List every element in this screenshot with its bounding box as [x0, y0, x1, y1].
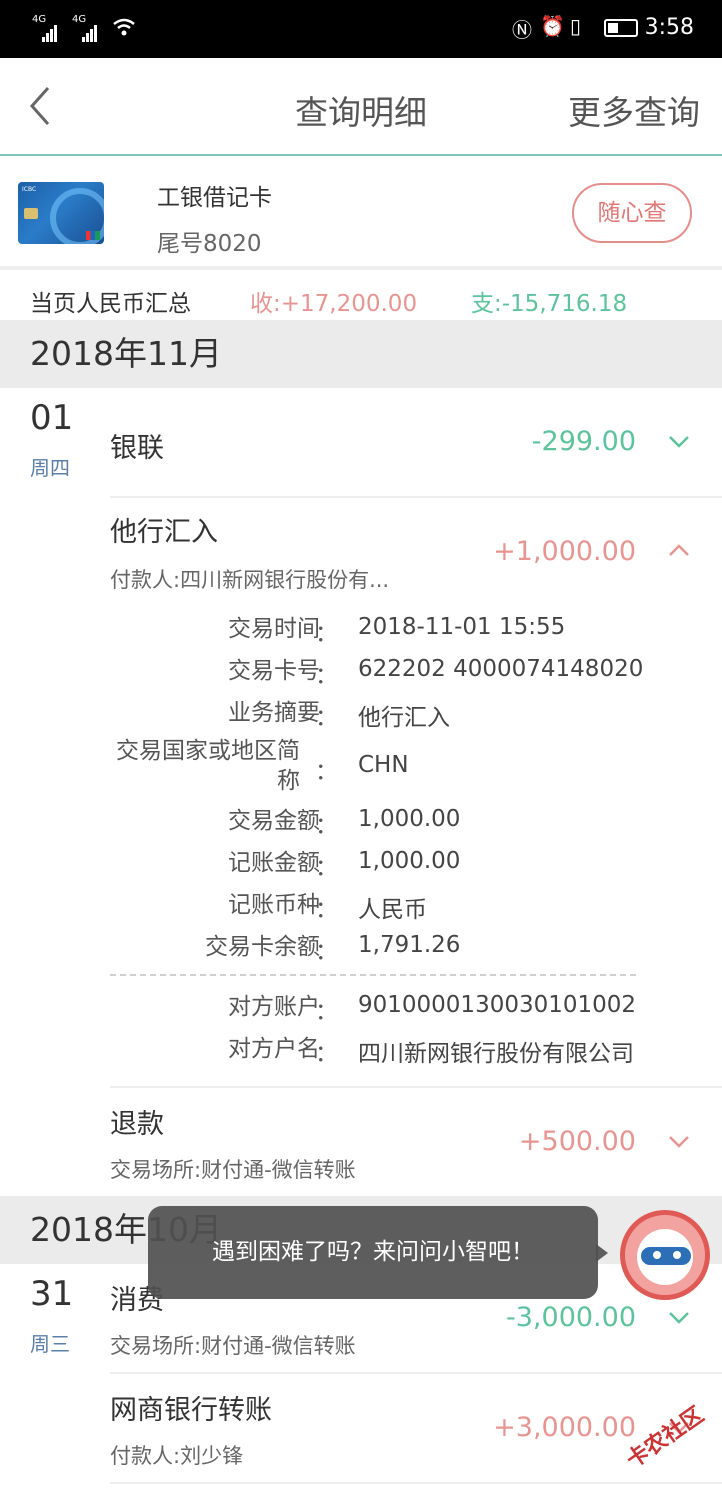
detail-divider	[110, 974, 636, 976]
detail-colon: ：	[315, 663, 338, 689]
month-header: 2018年11月	[0, 320, 722, 388]
detail-value: 1,791.26	[358, 932, 461, 958]
detail-key: 记账金额	[228, 850, 320, 876]
detail-key: 交易卡号	[228, 658, 320, 684]
detail-value: 1,000.00	[358, 806, 461, 832]
detail-colon: ：	[315, 897, 338, 923]
transaction-row[interactable]: 网商银行转账 付款人:刘少锋 +3,000.00	[110, 1374, 722, 1484]
battery-icon	[604, 19, 638, 37]
vibrate-icon: ▯	[570, 14, 582, 38]
detail-key: 交易卡余额	[205, 934, 320, 960]
transaction-payer: 付款人:刘少锋	[110, 1444, 244, 1468]
detail-colon: ：	[315, 855, 338, 881]
card-tail-number: 尾号8020	[157, 231, 262, 257]
detail-colon: ：	[315, 1041, 338, 1067]
detail-value: 2018-11-01 15:55	[358, 614, 566, 640]
detail-colon: ：	[315, 705, 338, 731]
chevron-down-icon[interactable]	[668, 1130, 690, 1152]
signal-icon	[42, 18, 58, 42]
assistant-avatar-icon[interactable]	[620, 1210, 710, 1300]
transaction-name: 他行汇入	[110, 517, 218, 548]
transaction-place: 交易场所:财付通-微信转账	[110, 1158, 356, 1182]
detail-value: CHN	[358, 752, 409, 778]
more-query-button[interactable]: 更多查询	[568, 86, 700, 134]
detail-key: 业务摘要	[228, 700, 320, 726]
quick-query-button[interactable]: 随心查	[572, 183, 692, 243]
clock: 3:58	[644, 15, 694, 40]
wifi-icon	[113, 18, 135, 36]
page-summary: 当页人民币汇总 收:+17,200.00 支:-15,716.18	[0, 274, 722, 320]
transaction-row[interactable]: 退款 交易场所:财付通-微信转账 +500.00	[110, 1088, 722, 1196]
chevron-up-icon[interactable]	[668, 540, 690, 562]
detail-value: 四川新网银行股份有限公司	[358, 1041, 634, 1067]
detail-value: 622202 4000074148020	[358, 656, 644, 682]
day-number: 01	[30, 398, 74, 438]
nfc-icon: Ⓝ	[512, 18, 532, 42]
detail-key: 对方账户	[228, 994, 320, 1020]
chevron-down-icon[interactable]	[668, 1306, 690, 1328]
alarm-icon: ⏰	[540, 14, 565, 38]
detail-key: 对方户名	[228, 1036, 320, 1062]
assistant-tip-bubble[interactable]: 遇到困难了吗？来问问小智吧！	[148, 1206, 608, 1299]
detail-colon: ：	[315, 813, 338, 839]
transaction-row[interactable]: 银联 -299.00	[110, 388, 722, 498]
transaction-name: 退款	[110, 1109, 164, 1140]
detail-colon: ：	[315, 621, 338, 647]
card-name: 工银借记卡	[157, 185, 272, 211]
transaction-name: 银联	[110, 433, 164, 464]
detail-value: 他行汇入	[358, 705, 450, 731]
card-header: ICBC 工银借记卡 尾号8020 随心查	[0, 158, 722, 270]
summary-income: 收:+17,200.00	[250, 291, 418, 317]
transaction-row-expanded[interactable]: 他行汇入 付款人:四川新网银行股份有... +1,000.00 交易时间 ： 2…	[110, 498, 722, 1088]
transaction-place: 交易场所:财付通-微信转账	[110, 1334, 356, 1358]
detail-key: 交易国家或地区简称	[116, 738, 300, 794]
detail-colon: ：	[315, 759, 338, 785]
transaction-amount: -299.00	[531, 426, 636, 457]
detail-value: 9010000130030101002	[358, 992, 637, 1018]
detail-colon: ：	[315, 939, 338, 965]
summary-label: 当页人民币汇总	[30, 291, 191, 317]
nav-bar: 查询明细 更多查询	[0, 58, 722, 156]
transaction-amount: +500.00	[518, 1126, 636, 1157]
chevron-down-icon[interactable]	[668, 430, 690, 452]
day-weekday: 周三	[30, 1332, 70, 1356]
signal-icon-2	[82, 18, 98, 42]
detail-key: 记账币种	[228, 892, 320, 918]
status-bar: 4G 4G Ⓝ ⏰ ▯ 3:58	[0, 0, 722, 58]
day-number: 31	[30, 1274, 74, 1314]
detail-key: 交易时间	[228, 616, 320, 642]
summary-expense: 支:-15,716.18	[471, 291, 628, 317]
detail-value: 人民币	[358, 897, 427, 923]
transaction-amount: +3,000.00	[493, 1412, 636, 1443]
day-weekday: 周四	[30, 456, 70, 480]
transaction-amount: +1,000.00	[493, 536, 636, 567]
detail-colon: ：	[315, 999, 338, 1025]
transaction-name: 网商银行转账	[110, 1395, 272, 1426]
detail-value: 1,000.00	[358, 848, 461, 874]
transaction-amount: -3,000.00	[506, 1302, 636, 1333]
bank-card-image: ICBC	[18, 182, 104, 244]
detail-key: 交易金额	[228, 808, 320, 834]
transaction-payer: 付款人:四川新网银行股份有...	[110, 568, 390, 592]
